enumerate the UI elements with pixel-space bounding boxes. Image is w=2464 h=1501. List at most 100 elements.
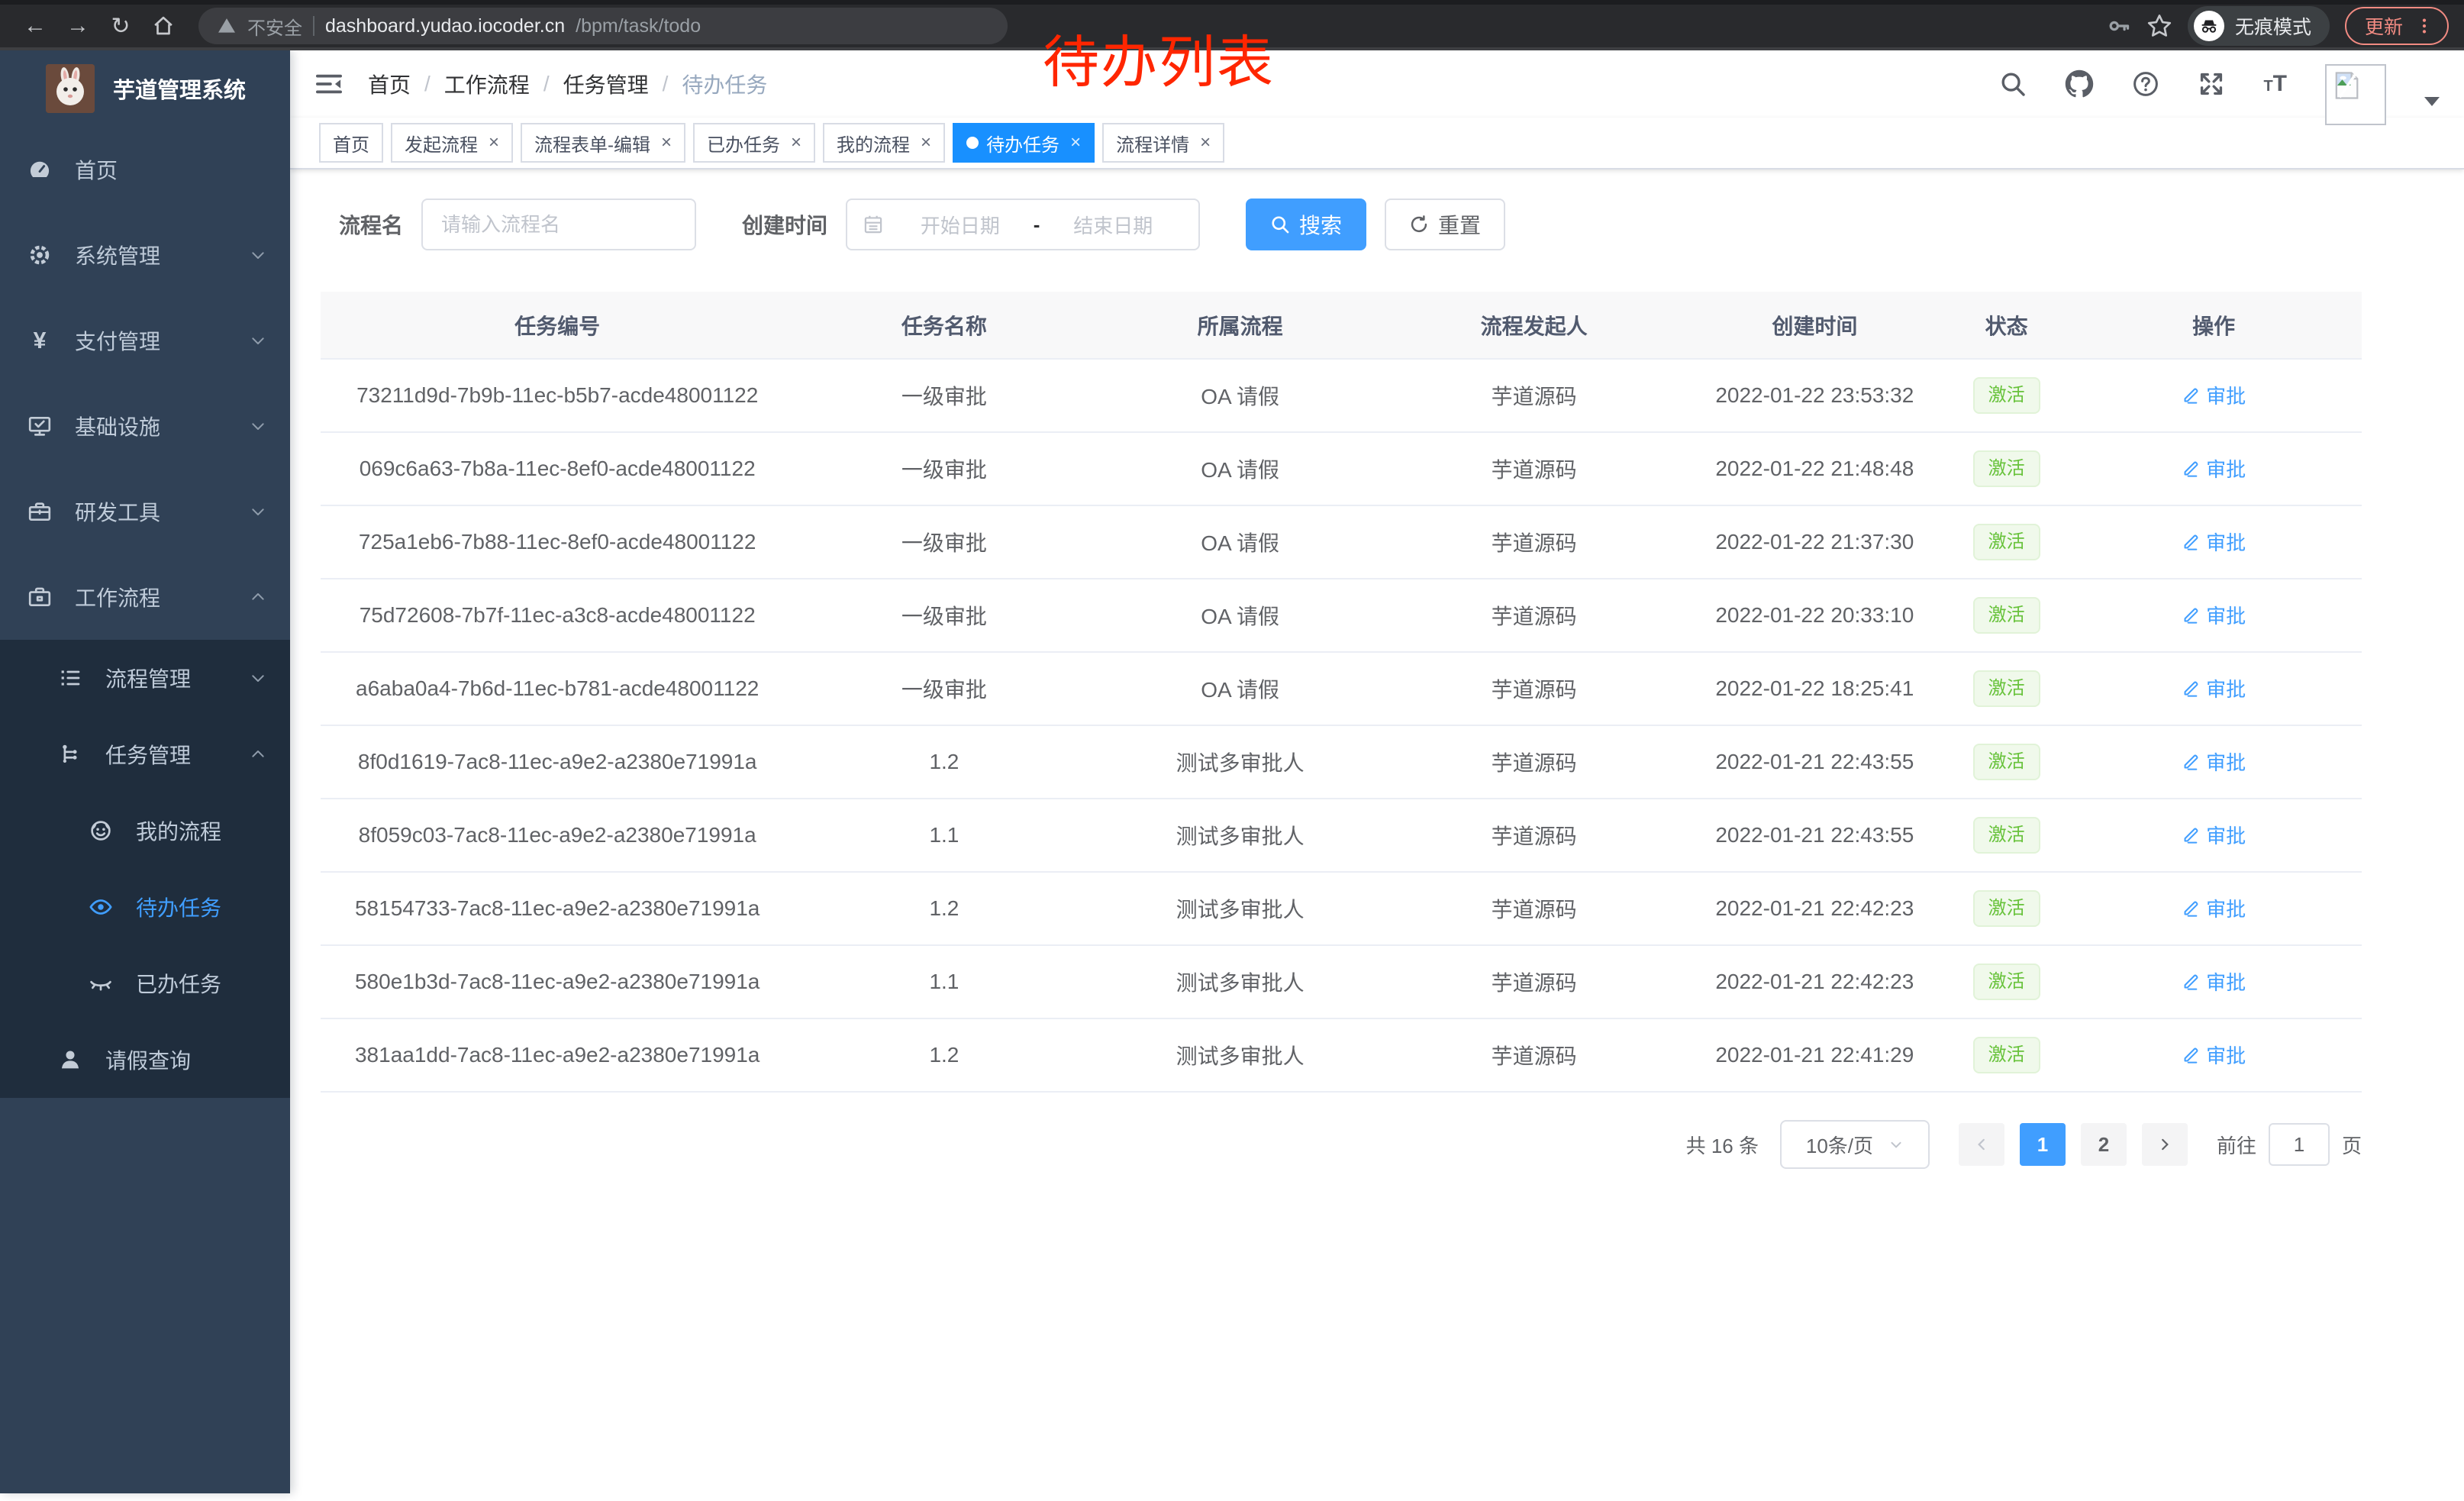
update-button[interactable]: 更新 — [2345, 7, 2449, 45]
goto-page-input[interactable] — [2269, 1123, 2330, 1166]
approve-link[interactable]: 审批 — [2182, 674, 2246, 702]
tab-close-icon[interactable]: × — [1200, 134, 1211, 152]
edit-icon — [2182, 679, 2200, 698]
reset-button[interactable]: 重置 — [1385, 199, 1505, 250]
column-header-所属流程: 所属流程 — [1094, 292, 1385, 359]
tab-label: 流程详情 — [1116, 130, 1189, 157]
sidebar-item-我的流程[interactable]: 我的流程 — [0, 792, 290, 869]
help-icon[interactable] — [2132, 70, 2159, 98]
key-icon[interactable] — [2107, 14, 2131, 38]
action-cell: 审批 — [2066, 945, 2362, 1018]
sidebar-item-已办任务[interactable]: 已办任务 — [0, 945, 290, 1022]
breadcrumb-工作流程[interactable]: 工作流程 — [444, 69, 530, 99]
start-date-field[interactable]: 开始日期 — [890, 211, 1030, 239]
column-header-操作: 操作 — [2066, 292, 2362, 359]
approve-link[interactable]: 审批 — [2182, 894, 2246, 922]
approve-link[interactable]: 审批 — [2182, 528, 2246, 556]
caret-down-icon[interactable] — [2424, 95, 2440, 107]
font-size-icon[interactable]: TT — [2263, 71, 2287, 97]
kebab-menu-icon[interactable] — [2415, 15, 2433, 37]
approve-link-label: 审批 — [2206, 454, 2246, 483]
sidebar-item-label: 研发工具 — [75, 496, 160, 527]
approve-link[interactable]: 审批 — [2182, 1041, 2246, 1069]
chevron-down-icon — [249, 417, 267, 435]
breadcrumb-待办任务: 待办任务 — [682, 69, 767, 99]
approve-link[interactable]: 审批 — [2182, 747, 2246, 776]
sidebar-item-工作流程[interactable]: 工作流程 — [0, 554, 290, 640]
sidebar-item-待办任务[interactable]: 待办任务 — [0, 869, 290, 945]
avatar[interactable] — [2325, 64, 2386, 125]
process-cell: OA 请假 — [1094, 432, 1385, 505]
sidebar-item-请假查询[interactable]: 请假查询 — [0, 1022, 290, 1098]
app-logo[interactable]: 芋道管理系统 — [0, 50, 290, 127]
column-header-状态: 状态 — [1947, 292, 2066, 359]
date-range-picker[interactable]: 开始日期 - 结束日期 — [846, 199, 1200, 250]
table-row: 580e1b3d-7ac8-11ec-a9e2-a2380e71991a1.1测… — [321, 945, 2362, 1018]
task-name-cell: 一级审批 — [794, 652, 1094, 725]
tab-我的流程[interactable]: 我的流程× — [823, 123, 945, 163]
next-page-button[interactable] — [2142, 1123, 2188, 1166]
fullscreen-icon[interactable] — [2198, 70, 2225, 98]
browser-forward-button[interactable]: → — [58, 6, 98, 46]
browser-reload-button[interactable]: ↻ — [101, 6, 140, 46]
tab-已办任务[interactable]: 已办任务× — [693, 123, 815, 163]
tab-待办任务[interactable]: 待办任务× — [953, 123, 1095, 163]
tab-首页[interactable]: 首页 — [319, 123, 383, 163]
page-button-1[interactable]: 1 — [2020, 1123, 2066, 1166]
browser-home-button[interactable] — [144, 6, 183, 46]
sidebar-menu: 首页系统管理¥支付管理基础设施研发工具工作流程流程管理任务管理我的流程待办任务已… — [0, 127, 290, 1098]
edit-icon — [2182, 1046, 2200, 1064]
task-name-cell: 1.2 — [794, 1018, 1094, 1092]
prev-page-button[interactable] — [1959, 1123, 2004, 1166]
page-button-2[interactable]: 2 — [2081, 1123, 2127, 1166]
tab-close-icon[interactable]: × — [489, 134, 499, 152]
sidebar-item-label: 流程管理 — [105, 663, 191, 693]
tab-close-icon[interactable]: × — [921, 134, 931, 152]
sidebar-item-研发工具[interactable]: 研发工具 — [0, 469, 290, 554]
breadcrumb-首页[interactable]: 首页 — [368, 69, 411, 99]
approve-link[interactable]: 审批 — [2182, 967, 2246, 996]
tab-close-icon[interactable]: × — [661, 134, 672, 152]
tab-close-icon[interactable]: × — [791, 134, 801, 152]
task-id-cell: 73211d9d-7b9b-11ec-b5b7-acde48001122 — [321, 359, 794, 432]
status-badge: 激活 — [1973, 450, 2040, 487]
incognito-badge: 无痕模式 — [2188, 6, 2330, 46]
tab-发起流程[interactable]: 发起流程× — [391, 123, 513, 163]
total-count: 共 16 条 — [1686, 1131, 1759, 1159]
search-button[interactable]: 搜索 — [1246, 199, 1366, 250]
task-id-cell: 580e1b3d-7ac8-11ec-a9e2-a2380e71991a — [321, 945, 794, 1018]
starter-cell: 芋道源码 — [1386, 872, 1682, 945]
status-badge: 激活 — [1973, 524, 2040, 560]
magnifier-icon — [1270, 215, 1290, 234]
yen-icon: ¥ — [27, 328, 52, 353]
page-size-select[interactable]: 10条/页 — [1780, 1120, 1930, 1169]
approve-link[interactable]: 审批 — [2182, 454, 2246, 483]
chevron-down-icon — [1888, 1137, 1904, 1152]
process-name-input[interactable] — [421, 199, 696, 250]
search-icon[interactable] — [1999, 70, 2027, 98]
approve-link[interactable]: 审批 — [2182, 821, 2246, 849]
tab-流程详情[interactable]: 流程详情 × — [1102, 123, 1224, 163]
sidebar-item-任务管理[interactable]: 任务管理 — [0, 716, 290, 792]
tags-view-bar: 首页发起流程×流程表单-编辑×已办任务×我的流程×待办任务× 流程详情 × — [290, 118, 2464, 169]
chevron-down-icon — [249, 331, 267, 350]
sidebar-item-基础设施[interactable]: 基础设施 — [0, 383, 290, 469]
github-icon[interactable] — [2065, 69, 2094, 98]
tab-流程表单-编辑[interactable]: 流程表单-编辑× — [521, 123, 685, 163]
sidebar-item-流程管理[interactable]: 流程管理 — [0, 640, 290, 716]
browser-back-button[interactable]: ← — [15, 6, 55, 46]
star-icon[interactable] — [2146, 13, 2172, 39]
end-date-field[interactable]: 结束日期 — [1043, 211, 1183, 239]
hamburger-icon[interactable] — [314, 71, 343, 97]
sidebar-item-支付管理[interactable]: ¥支付管理 — [0, 298, 290, 383]
approve-link[interactable]: 审批 — [2182, 381, 2246, 409]
breadcrumb-任务管理[interactable]: 任务管理 — [563, 69, 649, 99]
approve-link-label: 审批 — [2206, 821, 2246, 849]
sidebar-item-首页[interactable]: 首页 — [0, 127, 290, 212]
edit-icon — [2182, 606, 2200, 625]
address-bar[interactable]: 不安全 dashboard.yudao.iocoder.cn/bpm/task/… — [198, 8, 1008, 44]
approve-link[interactable]: 审批 — [2182, 601, 2246, 629]
tab-close-icon[interactable]: × — [1070, 134, 1081, 152]
sidebar-item-系统管理[interactable]: 系统管理 — [0, 212, 290, 298]
incognito-icon — [2194, 11, 2224, 41]
